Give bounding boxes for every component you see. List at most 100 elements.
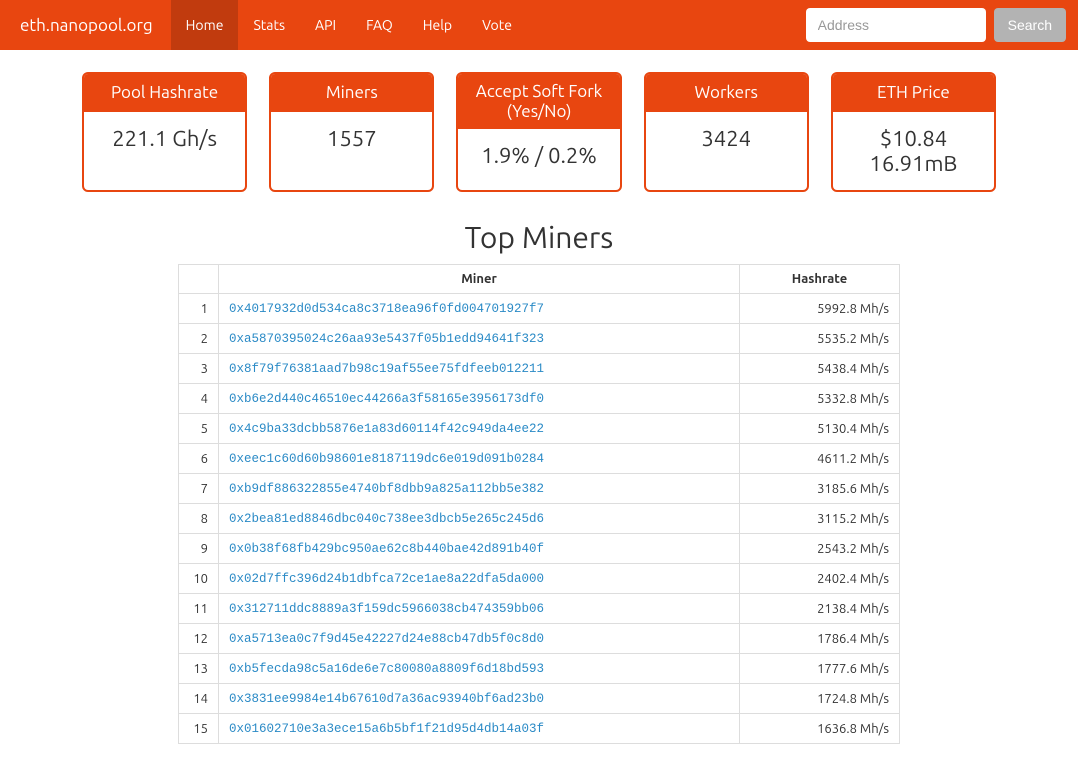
cell-miner: 0x4c9ba33dcbb5876e1a83d60114f42c949da4ee…: [219, 414, 740, 444]
cell-rank: 7: [179, 474, 219, 504]
cell-rank: 2: [179, 324, 219, 354]
cell-hashrate: 3185.6 Mh/s: [740, 474, 900, 504]
miner-link[interactable]: 0xb5fecda98c5a16de6e7c80080a8809f6d18bd5…: [229, 662, 544, 676]
miner-link[interactable]: 0x02d7ffc396d24b1dbfca72ce1ae8a22dfa5da0…: [229, 572, 544, 586]
cell-rank: 3: [179, 354, 219, 384]
stat-card: Workers3424: [644, 72, 809, 192]
cell-hashrate: 3115.2 Mh/s: [740, 504, 900, 534]
cell-hashrate: 1786.4 Mh/s: [740, 624, 900, 654]
miner-link[interactable]: 0x4c9ba33dcbb5876e1a83d60114f42c949da4ee…: [229, 422, 544, 436]
stat-label: Pool Hashrate: [84, 74, 245, 112]
cell-rank: 4: [179, 384, 219, 414]
stats-row: Pool Hashrate221.1 Gh/sMiners1557Accept …: [0, 50, 1078, 202]
miner-link[interactable]: 0xb6e2d440c46510ec44266a3f58165e3956173d…: [229, 392, 544, 406]
cell-hashrate: 5332.8 Mh/s: [740, 384, 900, 414]
search-button[interactable]: Search: [994, 8, 1066, 42]
table-header-row: Miner Hashrate: [179, 265, 900, 294]
cell-rank: 11: [179, 594, 219, 624]
cell-rank: 12: [179, 624, 219, 654]
navbar: eth.nanopool.org HomeStatsAPIFAQHelpVote…: [0, 0, 1078, 50]
miner-link[interactable]: 0x01602710e3a3ece15a6b5bf1f21d95d4db14a0…: [229, 722, 544, 736]
table-row: 13 0xb5fecda98c5a16de6e7c80080a8809f6d18b…: [179, 654, 900, 684]
cell-miner: 0x02d7ffc396d24b1dbfca72ce1ae8a22dfa5da0…: [219, 564, 740, 594]
cell-rank: 9: [179, 534, 219, 564]
cell-miner: 0x4017932d0d534ca8c3718ea96f0fd004701927…: [219, 294, 740, 324]
cell-rank: 13: [179, 654, 219, 684]
miner-link[interactable]: 0x0b38f68fb429bc950ae62c8b440bae42d891b4…: [229, 542, 544, 556]
miner-link[interactable]: 0xeec1c60d60b98601e8187119dc6e019d091b02…: [229, 452, 544, 466]
stat-value: 1557: [271, 112, 432, 165]
address-input[interactable]: [806, 8, 986, 42]
cell-rank: 8: [179, 504, 219, 534]
table-row: 50x4c9ba33dcbb5876e1a83d60114f42c949da4e…: [179, 414, 900, 444]
stat-card: Accept Soft Fork (Yes/No)1.9% / 0.2%: [456, 72, 621, 192]
col-rank: [179, 265, 219, 294]
cell-hashrate: 5438.4 Mh/s: [740, 354, 900, 384]
cell-hashrate: 2138.4 Mh/s: [740, 594, 900, 624]
table-row: 8 0x2bea81ed8846dbc040c738ee3dbcb5e265c24…: [179, 504, 900, 534]
table-row: 10 0x02d7ffc396d24b1dbfca72ce1ae8a22dfa5d…: [179, 564, 900, 594]
nav-item-home[interactable]: Home: [171, 0, 239, 50]
nav-item-stats[interactable]: Stats: [238, 0, 300, 50]
nav-item-api[interactable]: API: [300, 0, 351, 50]
top-miners-table: Miner Hashrate 1 0x4017932d0d534ca8c3718e…: [178, 264, 900, 744]
nav-item-help[interactable]: Help: [408, 0, 467, 50]
stat-value: 1.9% / 0.2%: [458, 129, 619, 182]
col-miner: Miner: [219, 265, 740, 294]
cell-rank: 15: [179, 714, 219, 744]
cell-hashrate: 1724.8 Mh/s: [740, 684, 900, 714]
table-row: 11 0x312711ddc8889a3f159dc5966038cb474359…: [179, 594, 900, 624]
cell-hashrate: 2402.4 Mh/s: [740, 564, 900, 594]
cell-hashrate: 5992.8 Mh/s: [740, 294, 900, 324]
cell-miner: 0x0b38f68fb429bc950ae62c8b440bae42d891b4…: [219, 534, 740, 564]
stat-card: Miners1557: [269, 72, 434, 192]
table-row: 7 0xb9df886322855e4740bf8dbb9a825a112bb5e…: [179, 474, 900, 504]
cell-hashrate: 1777.6 Mh/s: [740, 654, 900, 684]
miner-link[interactable]: 0x3831ee9984e14b67610d7a36ac93940bf6ad23…: [229, 692, 544, 706]
cell-miner: 0x312711ddc8889a3f159dc5966038cb474359bb…: [219, 594, 740, 624]
table-row: 3 0x8f79f76381aad7b98c19af55ee75fdfeeb012…: [179, 354, 900, 384]
miner-link[interactable]: 0xb9df886322855e4740bf8dbb9a825a112bb5e3…: [229, 482, 544, 496]
miner-link[interactable]: 0x312711ddc8889a3f159dc5966038cb474359bb…: [229, 602, 544, 616]
cell-miner: 0xb6e2d440c46510ec44266a3f58165e3956173d…: [219, 384, 740, 414]
table-row: 9 0x0b38f68fb429bc950ae62c8b440bae42d891b…: [179, 534, 900, 564]
table-row: 4 0xb6e2d440c46510ec44266a3f58165e3956173…: [179, 384, 900, 414]
miner-link[interactable]: 0x8f79f76381aad7b98c19af55ee75fdfeeb0122…: [229, 362, 544, 376]
table-row: 2 0xa5870395024c26aa93e5437f05b1edd94641f…: [179, 324, 900, 354]
miner-link[interactable]: 0x4017932d0d534ca8c3718ea96f0fd004701927…: [229, 302, 544, 316]
cell-miner: 0x2bea81ed8846dbc040c738ee3dbcb5e265c245…: [219, 504, 740, 534]
table-row: 1 0x4017932d0d534ca8c3718ea96f0fd00470192…: [179, 294, 900, 324]
cell-miner: 0x8f79f76381aad7b98c19af55ee75fdfeeb0122…: [219, 354, 740, 384]
table-row: 12 0xa5713ea0c7f9d45e42227d24e88cb47db5f0…: [179, 624, 900, 654]
miner-link[interactable]: 0x2bea81ed8846dbc040c738ee3dbcb5e265c245…: [229, 512, 544, 526]
cell-miner: 0x01602710e3a3ece15a6b5bf1f21d95d4db14a0…: [219, 714, 740, 744]
cell-hashrate: 1636.8 Mh/s: [740, 714, 900, 744]
cell-hashrate: 5130.4 Mh/s: [740, 414, 900, 444]
stat-label: ETH Price: [833, 74, 994, 112]
cell-hashrate: 4611.2 Mh/s: [740, 444, 900, 474]
stat-card: ETH Price$10.84 16.91mB: [831, 72, 996, 192]
table-row: 15 0x01602710e3a3ece15a6b5bf1f21d95d4db14…: [179, 714, 900, 744]
cell-rank: 1: [179, 294, 219, 324]
cell-rank: 10: [179, 564, 219, 594]
top-miners-table-wrap: Miner Hashrate 1 0x4017932d0d534ca8c3718e…: [0, 264, 1078, 764]
cell-hashrate: 2543.2 Mh/s: [740, 534, 900, 564]
nav-item-vote[interactable]: Vote: [467, 0, 527, 50]
stat-value: $10.84 16.91mB: [833, 112, 994, 190]
cell-rank: 6: [179, 444, 219, 474]
table-row: 14 0x3831ee9984e14b67610d7a36ac93940bf6ad…: [179, 684, 900, 714]
col-hashrate: Hashrate: [740, 265, 900, 294]
miner-link[interactable]: 0xa5870395024c26aa93e5437f05b1edd94641f3…: [229, 332, 544, 346]
cell-miner: 0xb5fecda98c5a16de6e7c80080a8809f6d18bd5…: [219, 654, 740, 684]
cell-miner: 0x3831ee9984e14b67610d7a36ac93940bf6ad23…: [219, 684, 740, 714]
stat-card: Pool Hashrate221.1 Gh/s: [82, 72, 247, 192]
nav-item-faq[interactable]: FAQ: [351, 0, 408, 50]
cell-miner: 0xa5870395024c26aa93e5437f05b1edd94641f3…: [219, 324, 740, 354]
cell-miner: 0xa5713ea0c7f9d45e42227d24e88cb47db5f0c8…: [219, 624, 740, 654]
cell-miner: 0xeec1c60d60b98601e8187119dc6e019d091b02…: [219, 444, 740, 474]
miner-link[interactable]: 0xa5713ea0c7f9d45e42227d24e88cb47db5f0c8…: [229, 632, 544, 646]
brand[interactable]: eth.nanopool.org: [20, 16, 153, 35]
stat-label: Miners: [271, 74, 432, 112]
cell-miner: 0xb9df886322855e4740bf8dbb9a825a112bb5e3…: [219, 474, 740, 504]
cell-rank: 14: [179, 684, 219, 714]
